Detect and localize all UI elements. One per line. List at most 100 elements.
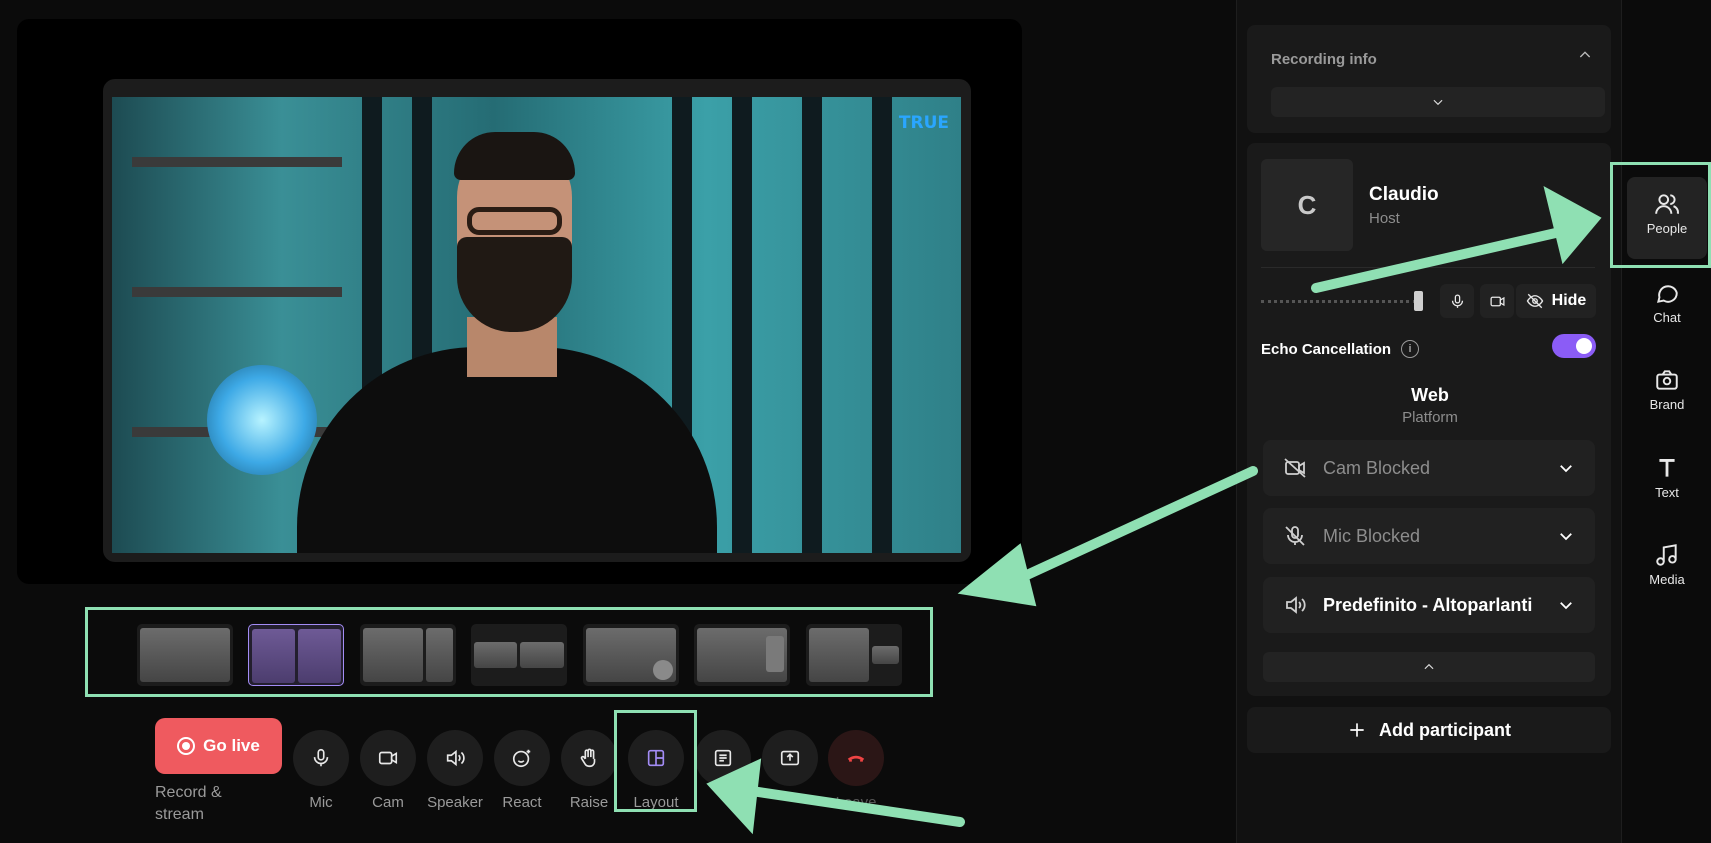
text-icon [1659, 459, 1675, 477]
collapse-devices-button[interactable] [1263, 652, 1595, 682]
microphone-icon [313, 748, 329, 767]
participant-card: C Claudio Host Hide Echo Cancellation i … [1247, 143, 1611, 696]
chevron-up-icon [1424, 663, 1434, 670]
mic-device-label: Mic Blocked [1323, 525, 1421, 546]
react-label: React [502, 794, 542, 811]
echo-cancellation-toggle[interactable] [1552, 334, 1596, 358]
layout-option-grid[interactable] [471, 624, 567, 686]
people-panel: Recording info C Claudio Host Hide Echo … [1236, 0, 1622, 843]
speaker-device-select[interactable]: Predefinito - Altoparlanti [1263, 577, 1595, 633]
speaker-label: Speaker [427, 794, 483, 811]
video-frame: TRUE [103, 79, 971, 562]
person-glasses [467, 207, 562, 235]
cam-device-select[interactable]: Cam Blocked [1263, 440, 1595, 496]
rail-label-brand: Brand [1649, 397, 1685, 412]
leave-button[interactable] [828, 730, 884, 786]
rail-label-text: Text [1655, 485, 1679, 500]
raise-control[interactable]: Raise [560, 730, 618, 811]
platform-value: Web [1411, 385, 1449, 405]
chevron-up-icon[interactable] [1577, 47, 1593, 63]
chevron-down-icon [1560, 602, 1572, 610]
mic-label: Mic [309, 794, 333, 811]
arrow-to-layouts [1000, 466, 1258, 590]
speaker-button[interactable] [427, 730, 483, 786]
raise-hand-button[interactable] [561, 730, 617, 786]
react-control[interactable]: React [493, 730, 551, 811]
captions-button[interactable] [695, 730, 751, 786]
leave-control[interactable]: Leave [827, 730, 885, 811]
rail-item-chat[interactable]: Chat [1627, 280, 1707, 325]
microphone-off-icon [1285, 526, 1305, 546]
add-participant-label: Add participant [1378, 719, 1511, 740]
share-control[interactable] [761, 730, 819, 786]
recording-info-expand[interactable] [1271, 87, 1605, 117]
shelf [132, 287, 342, 297]
react-button[interactable] [494, 730, 550, 786]
cam-control[interactable]: Cam [359, 730, 417, 811]
layout-option-sidebar[interactable] [806, 624, 902, 686]
rail-label-chat: Chat [1653, 310, 1681, 325]
layout-option-side-by-side[interactable] [360, 624, 456, 686]
chevron-down-icon [1560, 465, 1572, 473]
echo-cancellation-row: Echo Cancellation i [1261, 340, 1420, 358]
share-screen-button[interactable] [762, 730, 818, 786]
echo-cancellation-label: Echo Cancellation [1261, 340, 1392, 358]
layout-option-solo[interactable] [137, 624, 233, 686]
rail-item-text[interactable]: Text [1627, 455, 1707, 500]
info-icon[interactable]: i [1401, 340, 1420, 358]
mic-device-select[interactable]: Mic Blocked [1263, 508, 1595, 564]
platform-label: Platform [1402, 409, 1458, 426]
participant-video[interactable]: TRUE [112, 97, 961, 553]
recording-info-card: Recording info [1247, 25, 1611, 133]
camera-icon [1489, 296, 1505, 306]
share-screen-icon [780, 750, 800, 766]
microphone-icon [1451, 293, 1463, 308]
camera-icon [378, 751, 398, 765]
layout-highlight-annotation [614, 710, 697, 812]
add-participant-button[interactable]: Add participant [1247, 707, 1611, 753]
speaker-control[interactable]: Speaker [426, 730, 484, 811]
layout-option-circle[interactable] [583, 624, 679, 686]
layout-option-split[interactable] [248, 624, 344, 686]
people-highlight-annotation [1610, 162, 1711, 268]
participant-name: Claudio [1369, 184, 1439, 205]
wall-pattern [872, 97, 892, 553]
chevron-down-icon [1433, 99, 1443, 106]
hide-label: Hide [1551, 292, 1587, 309]
cam-button[interactable] [360, 730, 416, 786]
participant-mic-button[interactable] [1440, 284, 1474, 318]
recording-info-title: Recording info [1271, 51, 1377, 68]
music-icon [1656, 544, 1677, 566]
eye-off-icon [1526, 293, 1543, 309]
plus-icon [1350, 723, 1364, 737]
participant-cam-button[interactable] [1480, 284, 1514, 318]
hang-up-icon [847, 755, 865, 762]
controls-bar: Go live Record & stream Mic Cam Speaker … [0, 718, 1000, 828]
volume-slider-handle[interactable] [1414, 291, 1423, 311]
cam-device-label: Cam Blocked [1323, 457, 1431, 478]
speaker-icon [446, 749, 465, 767]
lamp [207, 365, 317, 475]
rail-item-media[interactable]: Media [1627, 542, 1707, 587]
rail-item-brand[interactable]: Brand [1627, 367, 1707, 412]
brand-icon [1656, 370, 1678, 390]
divider [1261, 267, 1595, 268]
volume-slider[interactable] [1261, 300, 1416, 303]
go-live-button[interactable]: Go live [155, 718, 282, 774]
avatar: C [1261, 159, 1353, 251]
chevron-down-icon [1560, 533, 1572, 541]
stage: TRUE [17, 19, 1022, 584]
hand-icon [580, 748, 596, 768]
hide-participant-button[interactable]: Hide [1516, 284, 1596, 318]
person-hair [454, 132, 575, 180]
cam-label: Cam [372, 794, 404, 811]
mic-button[interactable] [293, 730, 349, 786]
record-icon [177, 737, 196, 755]
layout-options-strip [85, 607, 933, 697]
captions-control[interactable] [694, 730, 752, 786]
mic-control[interactable]: Mic [292, 730, 350, 811]
wall-pattern [802, 97, 822, 553]
layout-option-pip[interactable] [694, 624, 790, 686]
participant-role: Host [1369, 210, 1400, 227]
speaker-icon [1286, 596, 1306, 614]
